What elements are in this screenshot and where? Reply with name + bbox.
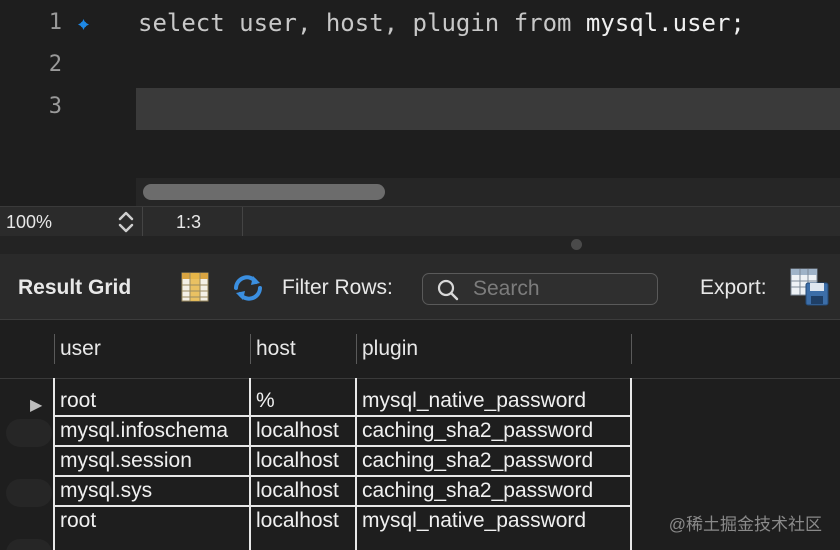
current-row-indicator-icon: ▶ — [30, 397, 43, 414]
code-line-1[interactable]: select user, host, plugin from mysql.use… — [138, 9, 745, 37]
sql-editor[interactable]: 1 2 3 select user, host, plugin from mys… — [0, 0, 840, 206]
search-input[interactable] — [473, 276, 653, 302]
status-divider — [242, 207, 243, 237]
cell-plugin[interactable]: mysql_native_password — [356, 506, 632, 536]
zoom-level: 100% — [6, 212, 53, 232]
cell-user[interactable]: mysql.sys — [54, 476, 250, 506]
keyword-from: from — [513, 9, 572, 37]
filter-rows-label: Filter Rows: — [282, 276, 393, 299]
grid-line — [53, 378, 55, 550]
grid-line — [355, 378, 357, 550]
grid-line — [54, 415, 632, 417]
cell-plugin[interactable]: caching_sha2_password — [356, 476, 632, 506]
grid-view-icon[interactable] — [181, 272, 209, 302]
code-table: mysql.user; — [571, 9, 745, 37]
export-icon[interactable] — [790, 268, 830, 306]
horizontal-scrollbar-thumb[interactable] — [143, 184, 385, 200]
table-row[interactable]: mysql.infoschema localhost caching_sha2_… — [0, 416, 840, 446]
header-divider — [631, 334, 632, 364]
keyword-select: select — [138, 9, 225, 37]
table-row[interactable]: root % mysql_native_password — [0, 386, 840, 416]
filter-search-box[interactable] — [422, 273, 658, 305]
column-header-plugin[interactable]: plugin — [356, 320, 632, 378]
cell-user[interactable]: root — [54, 386, 250, 416]
status-divider — [142, 207, 143, 237]
export-label: Export: — [700, 276, 767, 299]
row-gutter — [6, 539, 52, 550]
editor-status-bar: 100% 1:3 — [0, 206, 840, 237]
grid-line — [54, 475, 632, 477]
cell-host[interactable]: localhost — [250, 506, 356, 536]
cell-host[interactable]: localhost — [250, 446, 356, 476]
current-line-highlight — [136, 88, 840, 130]
grid-line — [54, 505, 632, 507]
cell-plugin[interactable]: mysql_native_password — [356, 386, 632, 416]
line-number: 2 — [48, 52, 62, 77]
table-row[interactable]: mysql.session localhost caching_sha2_pas… — [0, 446, 840, 476]
cell-plugin[interactable]: caching_sha2_password — [356, 446, 632, 476]
grid-line — [630, 378, 632, 550]
column-header-user[interactable]: user — [54, 320, 250, 378]
cell-user[interactable]: root — [54, 506, 250, 536]
cell-host[interactable]: % — [250, 386, 356, 416]
pane-splitter[interactable] — [0, 236, 840, 254]
zoom-stepper-icon[interactable] — [116, 209, 136, 235]
cursor-position: 1:3 — [176, 212, 202, 232]
splitter-handle[interactable] — [571, 239, 582, 250]
result-toolbar: Result Grid Filter Rows: Export: — [0, 254, 840, 320]
statement-marker-icon[interactable] — [78, 19, 89, 30]
line-gutter: 1 2 3 — [0, 0, 136, 178]
header-separator — [0, 378, 840, 379]
cell-user[interactable]: mysql.infoschema — [54, 416, 250, 446]
column-header-host[interactable]: host — [250, 320, 356, 378]
cell-host[interactable]: localhost — [250, 416, 356, 446]
grid-line — [54, 445, 632, 447]
line-number: 1 — [48, 10, 62, 35]
code-columns: user, host, plugin — [224, 9, 514, 37]
line-number: 3 — [48, 94, 62, 119]
refresh-icon[interactable] — [231, 274, 265, 302]
watermark: @稀土掘金技术社区 — [668, 515, 822, 534]
result-grid-title: Result Grid — [18, 276, 132, 299]
search-icon — [437, 279, 459, 301]
cell-host[interactable]: localhost — [250, 476, 356, 506]
cell-user[interactable]: mysql.session — [54, 446, 250, 476]
grid-line — [249, 378, 251, 550]
table-row[interactable]: mysql.sys localhost caching_sha2_passwor… — [0, 476, 840, 506]
cell-plugin[interactable]: caching_sha2_password — [356, 416, 632, 446]
